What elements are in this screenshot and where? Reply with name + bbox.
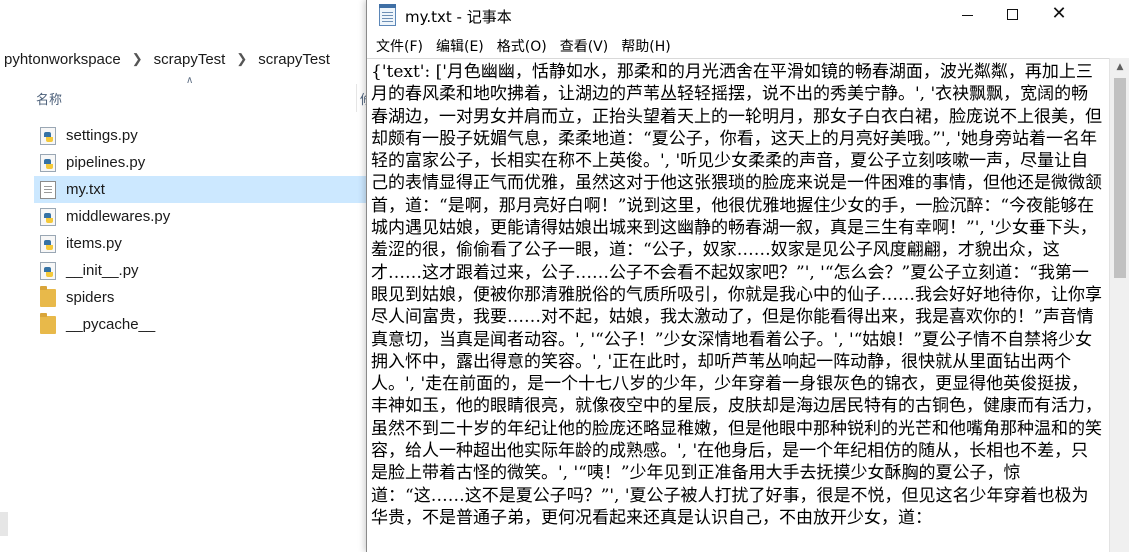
text-editor-area[interactable]: {'text': ['月色幽幽，恬静如水，那柔和的月光洒舍在平滑如镜的畅春湖面，… <box>367 58 1109 552</box>
sort-ascending-icon: ∧ <box>186 75 194 86</box>
notepad-icon[interactable] <box>379 4 396 26</box>
maximize-button[interactable] <box>990 0 1036 30</box>
file-name: __pycache__ <box>66 316 156 333</box>
close-icon: ✕ <box>1051 3 1067 24</box>
file-list: settings.py pipelines.py my.txt middlewa… <box>34 122 369 338</box>
python-file-icon <box>40 126 56 145</box>
file-name: pipelines.py <box>66 154 146 171</box>
file-row-pipelines[interactable]: pipelines.py <box>34 149 369 176</box>
title-bar[interactable]: my.txt - 记事本 ✕ <box>367 0 1129 32</box>
column-divider[interactable] <box>356 84 357 112</box>
menu-file[interactable]: 文件(F) <box>371 36 428 56</box>
breadcrumb-item-scrapytest[interactable]: scrapyTest <box>150 51 230 68</box>
breadcrumb-item-workspace[interactable]: pyhtonworkspace <box>0 51 125 68</box>
file-row-items[interactable]: items.py <box>34 230 369 257</box>
text-file-icon <box>40 180 56 199</box>
scroll-up-arrow-icon[interactable]: ▲ <box>1110 58 1129 76</box>
chevron-right-icon[interactable]: ❯ <box>125 51 150 67</box>
menu-bar: 文件(F) 编辑(E) 格式(O) 查看(V) 帮助(H) <box>367 34 1129 58</box>
file-row-middlewares[interactable]: middlewares.py <box>34 203 369 230</box>
breadcrumb-item-scrapytest-inner[interactable]: scrapyTest <box>254 51 334 68</box>
file-name: items.py <box>66 235 122 252</box>
scrollbar-thumb[interactable] <box>1114 78 1126 278</box>
file-name: settings.py <box>66 127 138 144</box>
file-name: my.txt <box>66 181 105 198</box>
menu-view[interactable]: 查看(V) <box>555 36 614 56</box>
chevron-right-icon[interactable]: ❯ <box>229 51 254 67</box>
vertical-scrollbar[interactable]: ▲ <box>1109 58 1129 552</box>
file-row-init[interactable]: __init__.py <box>34 257 369 284</box>
notepad-window: my.txt - 记事本 ✕ 文件(F) 编辑(E) 格式(O) 查看(V) 帮… <box>366 0 1129 552</box>
python-file-icon <box>40 153 56 172</box>
file-row-settings[interactable]: settings.py <box>34 122 369 149</box>
python-file-icon <box>40 261 56 280</box>
close-button[interactable]: ✕ <box>1036 0 1082 30</box>
folder-row-spiders[interactable]: spiders <box>34 284 369 311</box>
python-file-icon <box>40 234 56 253</box>
menu-help[interactable]: 帮助(H) <box>616 36 675 56</box>
column-header-row: 名称 ∧ 修 <box>34 75 374 112</box>
menu-format[interactable]: 格式(O) <box>492 36 552 56</box>
column-header-name[interactable]: 名称 <box>36 89 62 108</box>
explorer-scrollbar[interactable] <box>0 512 8 536</box>
file-name: __init__.py <box>66 262 139 279</box>
menu-edit[interactable]: 编辑(E) <box>431 36 489 56</box>
file-name: spiders <box>66 289 115 306</box>
window-title: my.txt - 记事本 <box>405 8 512 26</box>
breadcrumb: pyhtonworkspace ❯ scrapyTest ❯ scrapyTes… <box>0 44 380 74</box>
folder-icon <box>40 312 56 334</box>
folder-row-pycache[interactable]: __pycache__ <box>34 311 369 338</box>
python-file-icon <box>40 207 56 226</box>
folder-icon <box>40 285 56 307</box>
file-row-my-txt[interactable]: my.txt <box>34 176 369 203</box>
minimize-button[interactable] <box>944 0 990 30</box>
file-name: middlewares.py <box>66 208 171 225</box>
